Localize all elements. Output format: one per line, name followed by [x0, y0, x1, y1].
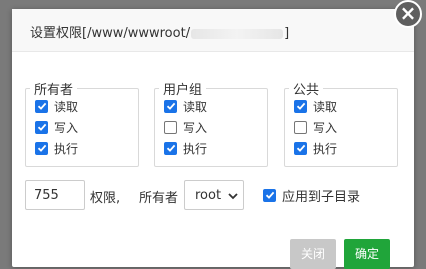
public-write-label: 写入 [313, 120, 338, 135]
owner-read-option[interactable]: 读取 [35, 98, 78, 114]
owner-group-legend: 所有者 [34, 83, 74, 98]
usergroup-write-checkbox[interactable] [164, 120, 177, 134]
usergroup-read-checkbox[interactable] [164, 99, 177, 113]
public-execute-option[interactable]: 执行 [294, 140, 337, 156]
apply-subdirectory-toggle[interactable]: 应用到子目录 [263, 187, 361, 205]
public-read-label: 读取 [313, 99, 338, 114]
permission-value-text: 755 [34, 188, 59, 203]
owner-read-label: 读取 [54, 99, 79, 114]
close-icon-glyph: × [399, 1, 417, 25]
usergroup-write-label: 写入 [183, 120, 208, 135]
close-button[interactable]: 关闭 [290, 239, 336, 269]
usergroup-execute-option[interactable]: 执行 [164, 140, 207, 156]
owner-write-option[interactable]: 写入 [35, 119, 78, 135]
apply-subdirectory-label: 应用到子目录 [282, 189, 361, 205]
owner-read-checkbox[interactable] [35, 99, 48, 113]
confirm-button-label: 确定 [354, 247, 379, 261]
public-read-checkbox[interactable] [294, 99, 307, 113]
owner-write-checkbox[interactable] [35, 120, 48, 134]
owner-select[interactable]: root [184, 180, 244, 210]
public-write-checkbox[interactable] [294, 120, 307, 134]
confirm-button[interactable]: 确定 [344, 239, 390, 269]
usergroup-group-legend: 用户组 [163, 83, 203, 98]
owner-execute-checkbox[interactable] [35, 141, 48, 155]
owner-select-value: root [195, 188, 222, 203]
dialog-title-bar: 设置权限[/www/wwwroot/] [12, 9, 414, 52]
public-execute-label: 执行 [313, 141, 338, 156]
dialog-title: 设置权限[/www/wwwroot/] [30, 22, 289, 41]
owner-select-label: 所有者 [139, 191, 179, 206]
usergroup-execute-checkbox[interactable] [164, 141, 177, 155]
public-execute-checkbox[interactable] [294, 141, 307, 155]
permission-dialog: 设置权限[/www/wwwroot/] 所有者 用户组 公共 读取写入执行 读取写… [12, 9, 414, 269]
usergroup-read-option[interactable]: 读取 [164, 98, 207, 114]
dialog-title-path: 设置权限[/www/wwwroot/ [30, 26, 191, 41]
public-group-legend: 公共 [293, 83, 320, 98]
close-icon[interactable]: × [394, 0, 422, 28]
usergroup-execute-label: 执行 [183, 141, 208, 156]
dialog-title-end: ] [284, 26, 290, 41]
apply-subdirectory-checkbox[interactable] [263, 188, 276, 202]
owner-execute-label: 执行 [54, 141, 79, 156]
owner-execute-option[interactable]: 执行 [35, 140, 78, 156]
redacted-path-segment [191, 28, 284, 39]
public-write-option[interactable]: 写入 [294, 119, 337, 135]
owner-write-label: 写入 [54, 120, 79, 135]
permission-label: 权限, [90, 191, 121, 206]
chevron-down-icon [228, 189, 238, 204]
permission-value-input[interactable]: 755 [25, 180, 85, 210]
public-read-option[interactable]: 读取 [294, 98, 337, 114]
usergroup-write-option[interactable]: 写入 [164, 119, 207, 135]
usergroup-read-label: 读取 [183, 99, 208, 114]
close-button-label: 关闭 [300, 247, 325, 261]
